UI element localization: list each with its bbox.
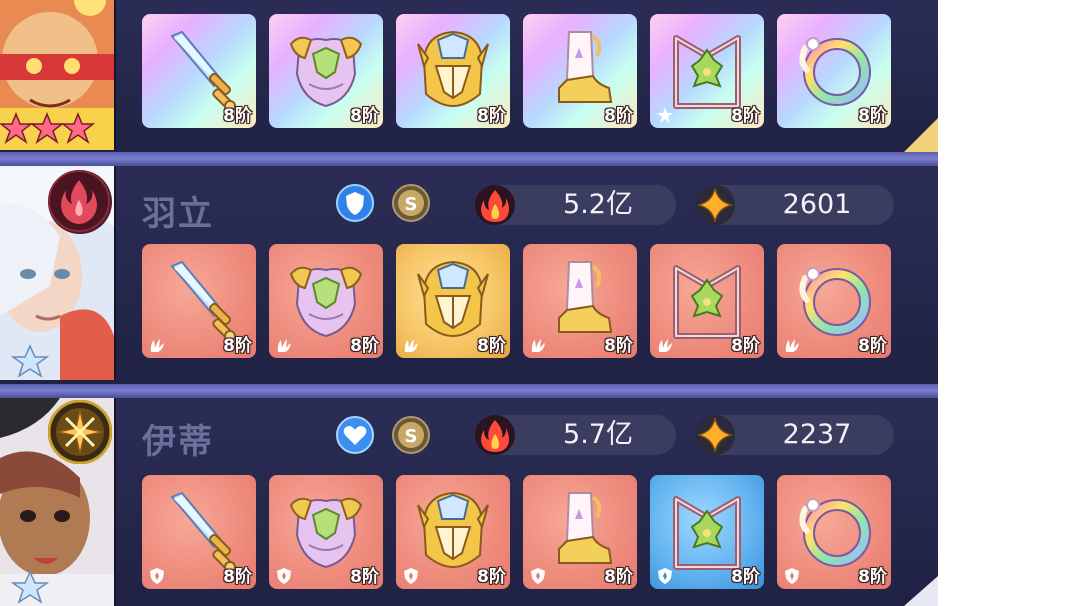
crossed-swords-icon — [48, 400, 112, 464]
hero-name: 伊蒂 — [142, 422, 214, 462]
s-rank-icon: S — [392, 184, 430, 222]
faction-badge — [336, 184, 374, 222]
power-value: 5.2亿 — [563, 189, 633, 220]
tier-label: 8阶 — [350, 106, 379, 126]
heart-icon — [336, 416, 374, 454]
equip-slot-ring[interactable]: 8阶 — [777, 14, 891, 128]
class-badge — [48, 400, 112, 464]
tier-label: 8阶 — [477, 106, 506, 126]
rank-badge: S — [392, 184, 430, 222]
hero-row-yuli[interactable]: 羽立 S 5.2亿 2601 8阶 8阶 8阶 8阶 8阶 8阶 — [0, 166, 938, 384]
leaf-mark-icon — [531, 339, 545, 352]
class-badge — [48, 170, 110, 232]
equip-slot-ring[interactable]: 8阶 — [777, 244, 891, 358]
equip-slot-weapon[interactable]: 8阶 — [142, 475, 256, 589]
shield-mark-icon — [404, 568, 418, 584]
equip-slot-emblem[interactable]: 8阶 — [650, 14, 764, 128]
equip-slot-weapon[interactable]: 8阶 — [142, 14, 256, 128]
tier-label: 8阶 — [604, 567, 633, 587]
fire-icon — [475, 415, 515, 455]
tier-label: 8阶 — [223, 106, 252, 126]
equip-slot-emblem[interactable]: 8阶 — [650, 475, 764, 589]
star-icon — [10, 344, 50, 378]
s-rank-icon: S — [392, 416, 430, 454]
corner-decoration — [904, 576, 938, 606]
equip-slot-armor[interactable]: 8阶 — [269, 14, 383, 128]
power-value: 5.7亿 — [563, 419, 633, 450]
corner-decoration — [904, 118, 938, 152]
star-rating — [0, 112, 114, 146]
leaf-mark-icon — [404, 339, 418, 352]
hero-equipment-panel: 8阶 8阶 8阶 8阶 8阶 8阶 羽立 S 5.2亿 2601 8阶 8阶 8… — [0, 0, 938, 606]
tier-label: 8阶 — [731, 106, 760, 126]
shield-mark-icon — [785, 568, 799, 584]
row-separator — [0, 152, 938, 166]
tier-label: 8阶 — [604, 336, 633, 356]
hero-portrait-top[interactable] — [0, 0, 116, 150]
shield-mark-icon — [658, 568, 672, 584]
flame-icon — [48, 170, 110, 232]
equip-slot-emblem[interactable]: 8阶 — [650, 244, 764, 358]
equip-slot-ring[interactable]: 8阶 — [777, 475, 891, 589]
hero-name: 羽立 — [142, 194, 214, 234]
equip-slot-helmet[interactable]: 8阶 — [396, 244, 510, 358]
hero-row-yidi[interactable]: 伊蒂 S 5.7亿 2237 8阶 8阶 8阶 8阶 8阶 8阶 — [0, 398, 938, 606]
tier-label: 8阶 — [350, 336, 379, 356]
shield-mark-icon — [150, 568, 164, 584]
tier-label: 8阶 — [477, 567, 506, 587]
faction-badge — [336, 416, 374, 454]
hero-portrait-yuli[interactable] — [0, 166, 116, 380]
tier-label: 8阶 — [223, 567, 252, 587]
star-icon — [29, 112, 65, 144]
fire-icon — [475, 185, 515, 225]
equip-slot-boots[interactable]: 8阶 — [523, 14, 637, 128]
tier-label: 8阶 — [731, 567, 760, 587]
rank-letter: S — [405, 194, 418, 215]
power-pill: 5.2亿 — [475, 185, 676, 225]
leaf-mark-icon — [277, 339, 291, 352]
equip-slot-boots[interactable]: 8阶 — [523, 244, 637, 358]
tier-label: 8阶 — [350, 567, 379, 587]
tier-label: 8阶 — [858, 106, 887, 126]
hero-row-top[interactable]: 8阶 8阶 8阶 8阶 8阶 8阶 — [0, 0, 938, 152]
sparkle-icon — [695, 415, 735, 455]
equip-slot-armor[interactable]: 8阶 — [269, 244, 383, 358]
shield-mark-icon — [277, 568, 291, 584]
rank-badge: S — [392, 416, 430, 454]
star-icon — [0, 112, 34, 144]
tier-label: 8阶 — [604, 106, 633, 126]
star-icon — [10, 570, 50, 604]
star-icon — [60, 112, 96, 144]
sparkle-icon — [695, 185, 735, 225]
tier-label: 8阶 — [731, 336, 760, 356]
star-rating — [0, 570, 114, 604]
shield-mark-icon — [531, 568, 545, 584]
equip-slot-weapon[interactable]: 8阶 — [142, 244, 256, 358]
equip-slot-helmet[interactable]: 8阶 — [396, 14, 510, 128]
tier-label: 8阶 — [477, 336, 506, 356]
leaf-mark-icon — [150, 339, 164, 352]
level-pill: 2237 — [695, 415, 894, 455]
tier-label: 8阶 — [858, 567, 887, 587]
tier-label: 8阶 — [858, 336, 887, 356]
level-value: 2601 — [782, 189, 852, 220]
row-separator — [0, 384, 938, 398]
leaf-mark-icon — [658, 339, 672, 352]
tier-label: 8阶 — [223, 336, 252, 356]
equip-slot-armor[interactable]: 8阶 — [269, 475, 383, 589]
level-value: 2237 — [782, 419, 852, 450]
leaf-mark-icon — [785, 339, 799, 352]
level-pill: 2601 — [695, 185, 894, 225]
star-rating — [0, 344, 114, 378]
star-mark-icon — [657, 107, 673, 123]
power-pill: 5.7亿 — [475, 415, 676, 455]
hero-portrait-yidi[interactable] — [0, 398, 116, 606]
equip-slot-helmet[interactable]: 8阶 — [396, 475, 510, 589]
equip-slot-boots[interactable]: 8阶 — [523, 475, 637, 589]
rank-letter: S — [405, 426, 418, 447]
shield-icon — [336, 184, 374, 222]
